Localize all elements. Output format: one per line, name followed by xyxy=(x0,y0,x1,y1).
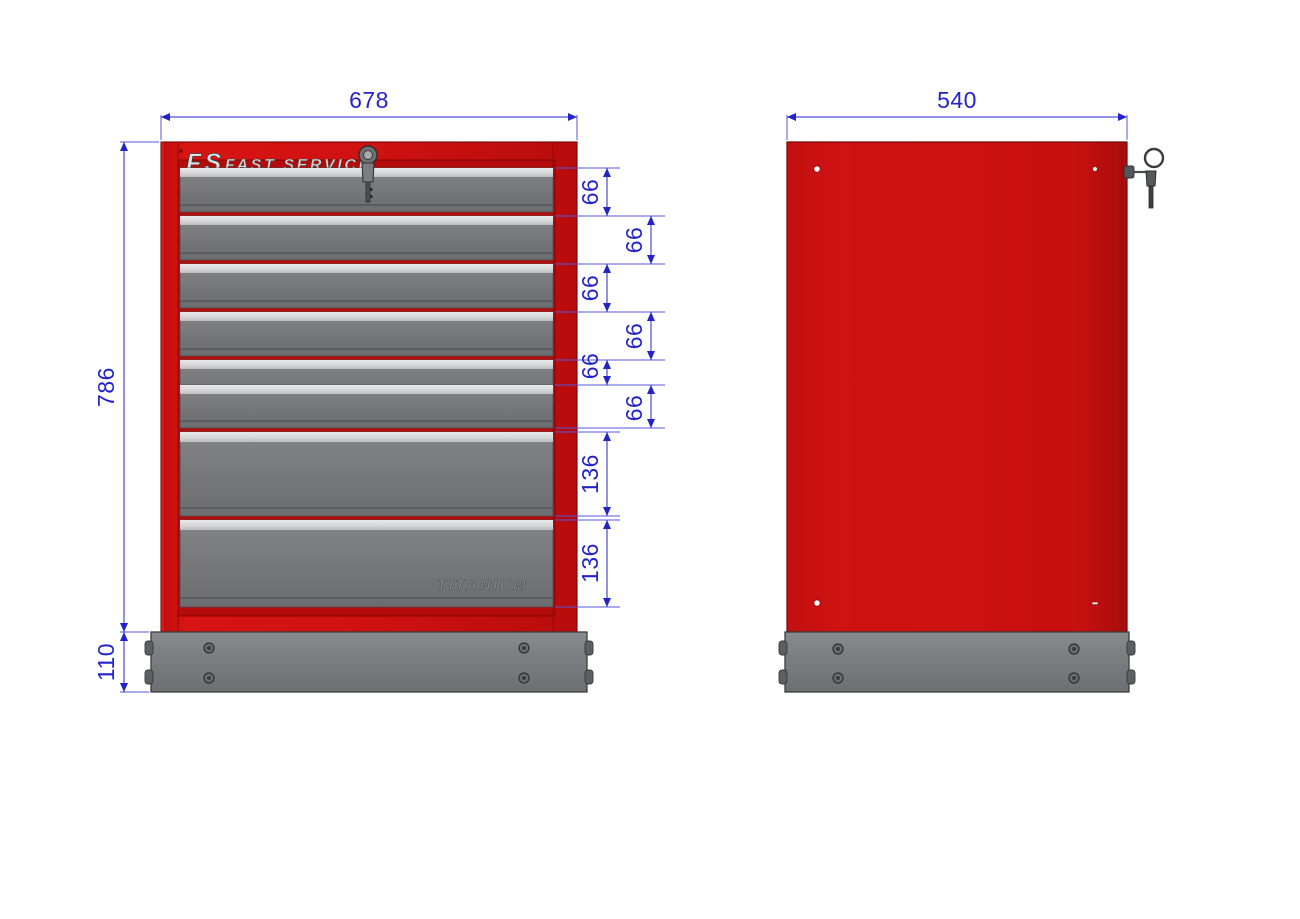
base-bolt-icon-4 xyxy=(518,672,530,684)
drawer-brand-label: TITANIUM xyxy=(437,577,528,594)
mount-hole-bottom-right xyxy=(1091,601,1099,605)
side-base-tab-left-lower xyxy=(778,669,788,685)
base-bolt-icon-1 xyxy=(203,642,215,654)
drawer-2[interactable] xyxy=(179,215,554,261)
side-view xyxy=(778,141,1165,693)
key-bow xyxy=(1145,170,1157,187)
drawer-4[interactable] xyxy=(179,311,554,357)
drawer-7[interactable] xyxy=(179,431,554,517)
mount-hole-top-left xyxy=(813,165,821,173)
side-base-bolt-icon-1 xyxy=(832,643,844,655)
drawer-6-face[interactable] xyxy=(179,384,554,429)
dim-drawer-66-5: 66 xyxy=(577,353,603,380)
dim-width-678: 678 xyxy=(349,87,389,113)
key-blade xyxy=(1148,185,1154,209)
base-bolt-icon-3 xyxy=(518,642,530,654)
side-base-tab-right-upper xyxy=(1126,640,1136,656)
drawer-3[interactable] xyxy=(179,263,554,309)
mount-hole-bottom-left xyxy=(813,599,821,607)
base-bolt-icon-2 xyxy=(203,672,215,684)
dim-drawer-66-4: 66 xyxy=(621,323,647,350)
dim-drawer-66-2: 66 xyxy=(621,227,647,254)
body-left-highlight xyxy=(161,142,164,632)
dim-base-110: 110 xyxy=(93,643,119,681)
dim-depth-540: 540 xyxy=(937,87,977,113)
side-base-tab-right-lower xyxy=(1126,669,1136,685)
side-base-bolt-icon-3 xyxy=(1068,643,1080,655)
side-base-bolt-icon-4 xyxy=(1068,672,1080,684)
base-tab-right-upper xyxy=(584,640,594,656)
dim-drawer-66-6: 66 xyxy=(621,395,647,422)
side-base-bolt-icon-2 xyxy=(832,672,844,684)
drawer-8[interactable]: TITANIUM xyxy=(179,519,554,608)
cabinet-body-side xyxy=(786,141,1128,633)
base-tab-left-lower xyxy=(144,669,154,685)
lock-barrel xyxy=(1123,165,1135,179)
front-view: FS FAST SERVICE TITANIUM xyxy=(144,141,594,693)
dim-drawer-136-2: 136 xyxy=(577,543,603,583)
cabinet-base-front xyxy=(144,631,594,693)
header-screw xyxy=(179,149,183,153)
cabinet-base-side xyxy=(778,631,1136,693)
dim-drawer-66-3: 66 xyxy=(577,275,603,302)
technical-drawing-sheet: FS FAST SERVICE TITANIUM 678 786 110 66 … xyxy=(0,0,1300,919)
side-base-tab-left-upper xyxy=(778,640,788,656)
dim-height-786: 786 xyxy=(93,367,119,407)
dim-drawer-136-1: 136 xyxy=(577,454,603,494)
base-tab-left-upper xyxy=(144,640,154,656)
base-tab-right-lower xyxy=(584,669,594,685)
mount-hole-top-right xyxy=(1092,165,1099,172)
dim-drawer-66-1: 66 xyxy=(577,179,603,206)
